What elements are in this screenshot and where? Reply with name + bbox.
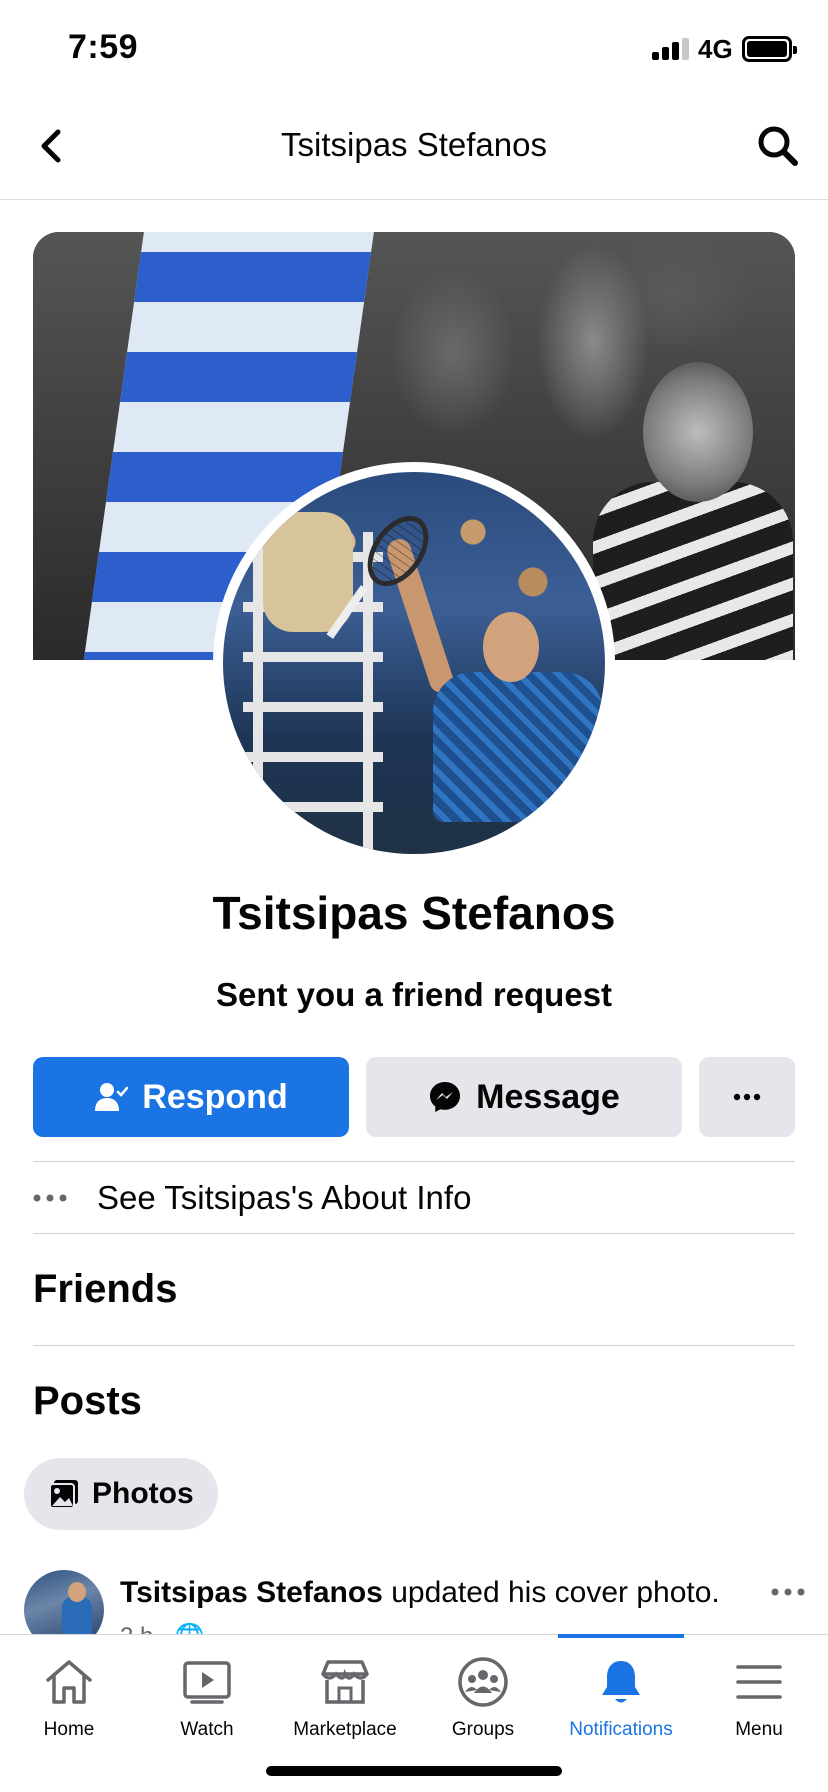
nav-menu[interactable]: Menu	[690, 1635, 828, 1755]
cover-person-graphic	[593, 362, 793, 660]
more-horizontal-icon	[771, 1588, 805, 1596]
messenger-icon	[430, 1082, 461, 1112]
signal-strength-icon	[652, 38, 690, 60]
home-icon	[46, 1660, 92, 1704]
active-tab-indicator	[558, 1634, 684, 1638]
nav-watch[interactable]: Watch	[138, 1635, 276, 1755]
hamburger-menu-icon	[736, 1665, 782, 1699]
about-info-label: See Tsitsipas's About Info	[97, 1179, 472, 1216]
message-button[interactable]: Message	[366, 1057, 682, 1137]
nav-label: Menu	[735, 1719, 783, 1740]
header-title: Tsitsipas Stefanos	[281, 126, 547, 163]
more-horizontal-icon	[733, 1093, 761, 1101]
profile-name: Tsitsipas Stefanos	[212, 887, 616, 939]
profile-picture[interactable]	[213, 462, 615, 864]
nav-groups[interactable]: Groups	[414, 1635, 552, 1755]
nav-label: Home	[43, 1719, 95, 1740]
post-more-button[interactable]	[768, 1580, 808, 1604]
person-check-icon	[95, 1083, 129, 1111]
nav-marketplace[interactable]: Marketplace	[276, 1635, 414, 1755]
photos-icon	[49, 1480, 78, 1509]
posts-heading: Posts	[33, 1379, 142, 1423]
post-headline: Tsitsipas Stefanos updated his cover pho…	[120, 1576, 720, 1610]
status-bar: 7:59 4G	[0, 0, 828, 96]
photos-label: Photos	[92, 1477, 194, 1510]
divider	[33, 1345, 795, 1346]
friends-heading: Friends	[33, 1267, 178, 1311]
nav-home[interactable]: Home	[0, 1635, 138, 1755]
respond-button[interactable]: Respond	[33, 1057, 349, 1137]
search-button[interactable]	[754, 122, 802, 170]
nav-label: Notifications	[569, 1719, 673, 1740]
post-author-name[interactable]: Tsitsipas Stefanos	[120, 1576, 383, 1609]
more-options-button[interactable]	[699, 1057, 795, 1137]
battery-icon	[742, 36, 797, 62]
video-play-icon	[183, 1661, 231, 1704]
divider	[33, 1233, 795, 1234]
nav-label: Marketplace	[293, 1719, 397, 1740]
post-action-text: updated his cover photo.	[382, 1576, 720, 1609]
more-horizontal-icon	[33, 1194, 67, 1202]
nav-label: Groups	[451, 1719, 515, 1740]
about-info-link[interactable]: See Tsitsipas's About Info	[33, 1162, 795, 1234]
search-icon	[758, 126, 798, 166]
nav-label: Watch	[180, 1719, 234, 1740]
battery-fill	[747, 41, 787, 57]
top-header: Tsitsipas Stefanos	[0, 96, 828, 200]
photos-filter-chip[interactable]: Photos	[24, 1458, 218, 1530]
respond-label: Respond	[142, 1077, 288, 1116]
friend-request-status: Sent you a friend request	[215, 976, 613, 1013]
status-time: 7:59	[68, 28, 139, 66]
groups-icon	[458, 1657, 508, 1707]
bell-icon	[602, 1661, 640, 1703]
nav-notifications[interactable]: Notifications	[552, 1635, 690, 1755]
message-label: Message	[476, 1077, 620, 1116]
home-indicator[interactable]	[266, 1766, 562, 1776]
shop-icon	[321, 1660, 369, 1704]
network-type: 4G	[698, 34, 733, 64]
